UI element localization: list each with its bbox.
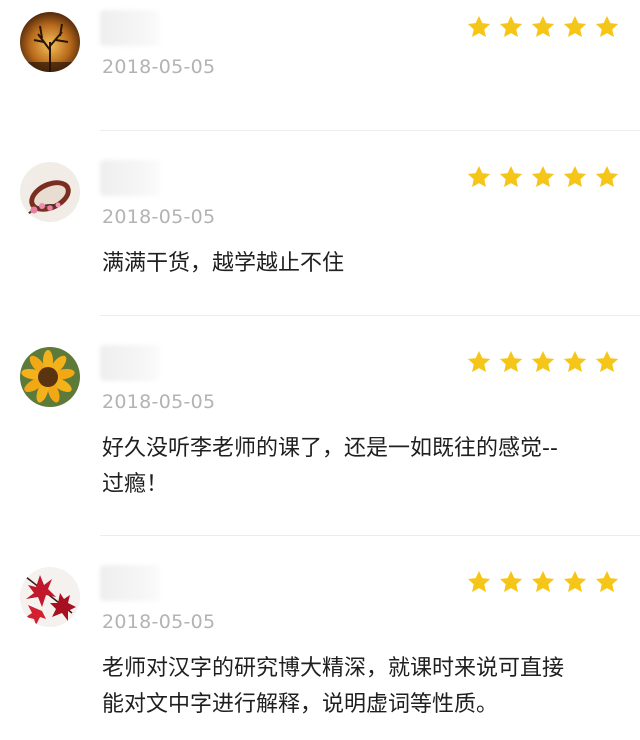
star-icon [499, 350, 523, 372]
star-icon [563, 570, 587, 592]
avatar[interactable] [20, 12, 80, 72]
username-blurred [100, 345, 160, 381]
review-item: 2018-05-05 满满干货，越学越止不住 [0, 150, 640, 315]
star-icon [531, 570, 555, 592]
review-comment: 好久没听李老师的课了，还是一如既往的感觉-- 过瘾！ [102, 436, 558, 497]
plum-blossom-avatar-icon [20, 162, 80, 222]
avatar[interactable] [20, 347, 80, 407]
autumn-tree-avatar-icon [20, 12, 80, 72]
review-date: 2018-05-05 [102, 391, 216, 413]
star-icon [499, 570, 523, 592]
star-icon [563, 15, 587, 37]
username-blurred [100, 565, 160, 601]
star-icon [531, 165, 555, 187]
review-comment: 满满干货，越学越止不住 [102, 251, 345, 276]
star-icon [467, 15, 491, 37]
star-icon [531, 350, 555, 372]
star-icon [595, 350, 619, 372]
username-blurred [100, 160, 160, 196]
sunflower-avatar-icon [20, 347, 80, 407]
star-icon [563, 350, 587, 372]
star-icon [467, 165, 491, 187]
divider [100, 130, 640, 131]
star-icon [595, 15, 619, 37]
star-icon [499, 165, 523, 187]
avatar[interactable] [20, 162, 80, 222]
star-rating [466, 349, 620, 377]
review-date: 2018-05-05 [102, 611, 216, 633]
review-comment: 老师对汉字的研究博大精深，就课时来说可直接 能对文中字进行解释，说明虚词等性质。 [102, 656, 565, 717]
red-maple-avatar-icon [20, 567, 80, 627]
review-item: 2018-05-05 老师对汉字的研究博大精深，就课时来说可直接 能对文中字进行… [0, 555, 640, 740]
star-icon [595, 165, 619, 187]
star-icon [595, 570, 619, 592]
avatar[interactable] [20, 567, 80, 627]
review-item: 2018-05-05 [0, 0, 640, 130]
star-icon [499, 15, 523, 37]
star-rating [466, 569, 620, 597]
star-icon [531, 15, 555, 37]
review-date: 2018-05-05 [102, 206, 216, 228]
review-item: 2018-05-05 好久没听李老师的课了，还是一如既往的感觉-- 过瘾！ [0, 335, 640, 535]
review-date: 2018-05-05 [102, 56, 216, 78]
divider [100, 535, 640, 536]
divider [100, 315, 640, 316]
star-rating [466, 14, 620, 42]
star-icon [467, 350, 491, 372]
star-rating [466, 164, 620, 192]
star-icon [563, 165, 587, 187]
star-icon [467, 570, 491, 592]
username-blurred [100, 10, 160, 46]
